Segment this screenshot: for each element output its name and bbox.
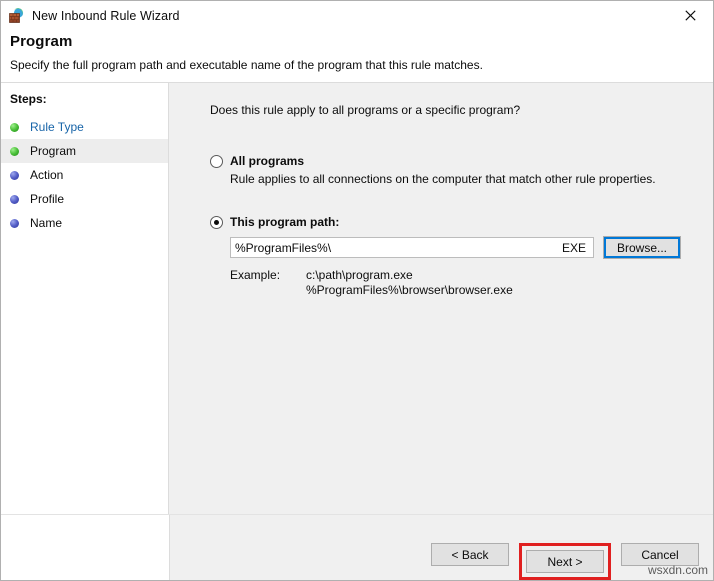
wizard-body: Steps: Rule Type Program Action Profile … bbox=[1, 83, 713, 514]
sidebar-item-rule-type[interactable]: Rule Type bbox=[1, 115, 168, 139]
sidebar-item-profile[interactable]: Profile bbox=[1, 187, 168, 211]
step-bullet-icon bbox=[10, 123, 19, 132]
step-bullet-icon bbox=[10, 195, 19, 204]
sidebar-item-label: Profile bbox=[30, 192, 64, 206]
all-programs-description: Rule applies to all connections on the c… bbox=[230, 172, 713, 186]
radio-this-program-path[interactable]: This program path: bbox=[210, 215, 713, 229]
page-title: Program bbox=[10, 33, 713, 50]
question-text: Does this rule apply to all programs or … bbox=[210, 103, 713, 117]
program-path-value: %ProgramFiles%\ bbox=[235, 241, 331, 255]
radio-all-programs-label: All programs bbox=[230, 154, 304, 168]
example-values: c:\path\program.exe %ProgramFiles%\brows… bbox=[306, 268, 513, 298]
steps-heading: Steps: bbox=[1, 92, 168, 115]
page-header: Program Specify the full program path an… bbox=[1, 31, 713, 83]
page-subtitle: Specify the full program path and execut… bbox=[10, 58, 713, 72]
back-button[interactable]: < Back bbox=[431, 543, 509, 566]
sidebar-item-label: Name bbox=[30, 216, 62, 230]
footer-sidebar-strip bbox=[1, 515, 170, 580]
program-path-row: %ProgramFiles%\ EXE Browse... bbox=[230, 236, 713, 259]
radio-all-programs[interactable]: All programs bbox=[210, 154, 713, 168]
sidebar-item-label: Program bbox=[30, 144, 76, 158]
window-title: New Inbound Rule Wizard bbox=[32, 9, 180, 23]
next-button[interactable]: Next > bbox=[526, 550, 604, 573]
example-label: Example: bbox=[230, 268, 306, 298]
title-bar: New Inbound Rule Wizard bbox=[1, 1, 713, 31]
radio-all-programs-indicator[interactable] bbox=[210, 155, 223, 168]
example-line: c:\path\program.exe bbox=[306, 268, 513, 283]
radio-this-program-path-label: This program path: bbox=[230, 215, 339, 229]
browse-button[interactable]: Browse... bbox=[603, 236, 681, 259]
step-bullet-icon bbox=[10, 147, 19, 156]
firewall-icon bbox=[8, 8, 24, 24]
sidebar-item-label: Rule Type bbox=[30, 120, 84, 134]
next-button-highlight: Next > bbox=[519, 543, 611, 580]
program-path-suffix: EXE bbox=[562, 241, 589, 255]
sidebar-item-program[interactable]: Program bbox=[1, 139, 168, 163]
step-bullet-icon bbox=[10, 219, 19, 228]
footer-bar: < Back Next > Cancel wsxdn.com bbox=[1, 514, 713, 580]
sidebar-item-label: Action bbox=[30, 168, 63, 182]
example-block: Example: c:\path\program.exe %ProgramFil… bbox=[230, 268, 713, 298]
close-icon[interactable] bbox=[668, 1, 713, 30]
watermark: wsxdn.com bbox=[648, 563, 708, 577]
main-content: Does this rule apply to all programs or … bbox=[169, 83, 713, 514]
example-line: %ProgramFiles%\browser\browser.exe bbox=[306, 283, 513, 298]
sidebar-item-name[interactable]: Name bbox=[1, 211, 168, 235]
step-bullet-icon bbox=[10, 171, 19, 180]
wizard-window: New Inbound Rule Wizard Program Specify … bbox=[0, 0, 714, 581]
sidebar-item-action[interactable]: Action bbox=[1, 163, 168, 187]
program-path-input[interactable]: %ProgramFiles%\ EXE bbox=[230, 237, 594, 258]
radio-this-program-path-indicator[interactable] bbox=[210, 216, 223, 229]
steps-sidebar: Steps: Rule Type Program Action Profile … bbox=[1, 83, 169, 514]
